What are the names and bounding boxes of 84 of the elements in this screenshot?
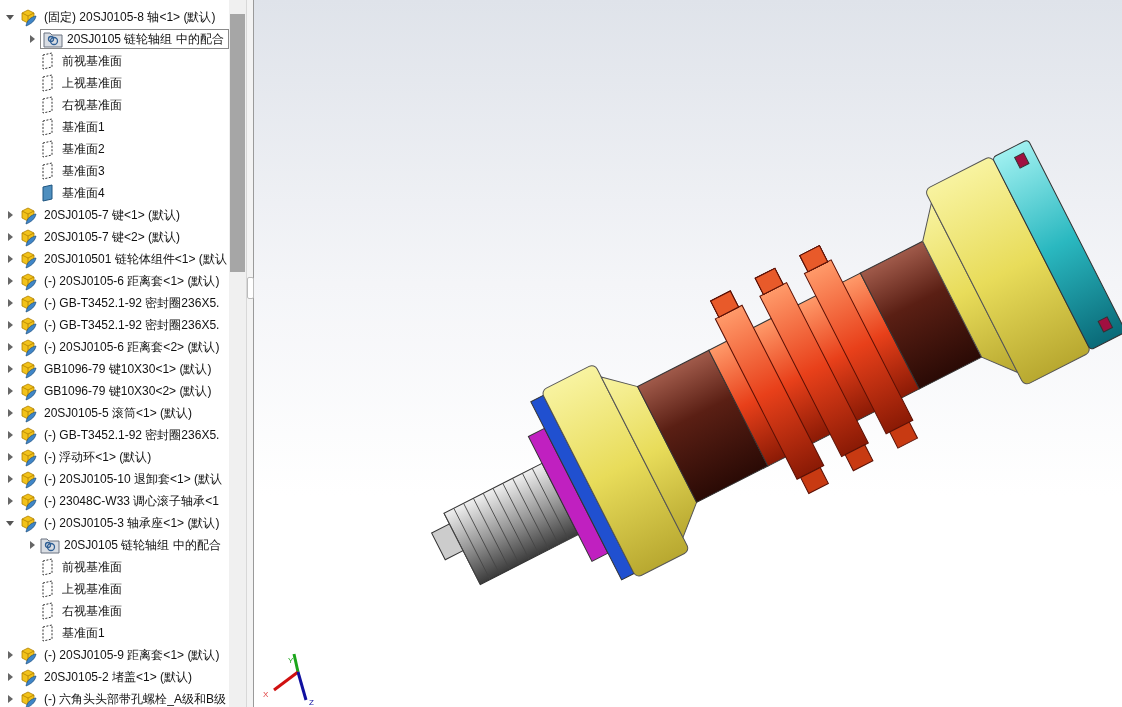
component-label[interactable]: 20SJ0105-7 键<2> (默认) (42, 227, 183, 247)
collapse-arrow-icon[interactable] (5, 12, 15, 22)
plane-label[interactable]: 基准面1 (60, 117, 107, 137)
component-label[interactable]: 20SJ010501 链轮体组件<1> (默认 (42, 249, 229, 269)
component-label[interactable]: (-) GB-T3452.1-92 密封圈236X5. (42, 315, 222, 335)
plane-label[interactable]: 右视基准面 (60, 95, 124, 115)
expand-arrow-icon[interactable] (5, 474, 15, 484)
plane-label[interactable]: 基准面3 (60, 161, 107, 181)
panel-splitter[interactable] (246, 0, 254, 707)
part-cube-icon (18, 403, 38, 423)
scrollbar-thumb[interactable] (230, 14, 245, 272)
expand-arrow-icon[interactable] (5, 364, 15, 374)
component-label[interactable]: (-) GB-T3452.1-92 密封圈236X5. (42, 293, 222, 313)
part-cube-icon (18, 205, 38, 225)
component-label[interactable]: GB1096-79 键10X30<1> (默认) (42, 359, 214, 379)
part-cube-icon (18, 359, 38, 379)
scrollbar[interactable] (229, 0, 246, 707)
component-label[interactable]: (-) 20SJ0105-6 距离套<2> (默认) (42, 337, 222, 357)
expand-arrow-icon[interactable] (5, 650, 15, 660)
part-cube-icon (18, 293, 38, 313)
component-label[interactable]: (-) 23048C-W33 调心滚子轴承<1 (42, 491, 222, 511)
graphics-viewport[interactable]: Y X Z (254, 0, 1122, 707)
component-label[interactable]: (-) 20SJ0105-3 轴承座<1> (默认) (42, 513, 222, 533)
expand-arrow-icon[interactable] (5, 386, 15, 396)
component-label[interactable]: GB1096-79 键10X30<2> (默认) (42, 381, 214, 401)
expand-arrow-icon[interactable] (5, 210, 15, 220)
splitter-handle[interactable] (247, 277, 254, 299)
component-label[interactable]: 20SJ0105-7 键<1> (默认) (42, 205, 183, 225)
component-label[interactable]: (-) 20SJ0105-9 距离套<1> (默认) (42, 645, 222, 665)
component-label[interactable]: (-) 20SJ0105-6 距离套<1> (默认) (42, 271, 222, 291)
part-cube-icon (18, 645, 38, 665)
axis-label: X (263, 690, 269, 699)
component-label[interactable]: (-) 浮动环<1> (默认) (42, 447, 154, 467)
part-cube-icon (18, 315, 38, 335)
expand-arrow-icon[interactable] (5, 694, 15, 704)
part-cube-icon (18, 513, 38, 533)
component-label[interactable]: (固定) 20SJ0105-8 轴<1> (默认) (42, 7, 218, 27)
axis-label: Y (288, 656, 294, 665)
component-label[interactable]: 20SJ0105-5 滚筒<1> (默认) (42, 403, 195, 423)
expand-arrow-icon[interactable] (5, 232, 15, 242)
plane-label[interactable]: 右视基准面 (60, 601, 124, 621)
part-cube-icon (18, 249, 38, 269)
expand-arrow-icon[interactable] (5, 430, 15, 440)
expand-arrow-icon[interactable] (5, 408, 15, 418)
part-cube-icon (18, 227, 38, 247)
expand-arrow-icon[interactable] (27, 34, 37, 44)
part-cube-icon (18, 689, 38, 707)
expand-arrow-icon[interactable] (5, 298, 15, 308)
expand-arrow-icon[interactable] (5, 496, 15, 506)
collapse-arrow-icon[interactable] (5, 518, 15, 528)
part-cube-icon (18, 447, 38, 467)
tree-item[interactable]: 20SJ0105 链轮轴组 中的配合 (40, 29, 229, 49)
mates-folder-icon (43, 30, 63, 48)
component-label[interactable]: (-) 六角头头部带孔螺栓_A级和B级 (42, 689, 228, 707)
part-cube-icon (18, 425, 38, 445)
component-label[interactable]: (-) 20SJ0105-10 退卸套<1> (默认 (42, 469, 225, 489)
part-cube-icon (18, 271, 38, 291)
part-cube-icon (18, 337, 38, 357)
component-label[interactable]: (-) GB-T3452.1-92 密封圈236X5. (42, 425, 222, 445)
plane-label[interactable]: 基准面4 (60, 183, 107, 203)
part-cube-icon (18, 469, 38, 489)
expand-arrow-icon[interactable] (5, 254, 15, 264)
part-cube-icon (18, 7, 38, 27)
mates-folder-icon (40, 536, 60, 554)
axis-label: Z (309, 698, 314, 707)
tree-item[interactable]: 20SJ0105 链轮轴组 中的配合 (40, 536, 221, 554)
expand-arrow-icon[interactable] (5, 320, 15, 330)
expand-arrow-icon[interactable] (5, 672, 15, 682)
expand-arrow-icon[interactable] (5, 276, 15, 286)
expand-arrow-icon[interactable] (27, 540, 37, 550)
part-cube-icon (18, 667, 38, 687)
component-label[interactable]: 20SJ0105-2 堵盖<1> (默认) (42, 667, 195, 687)
part-cube-icon (18, 381, 38, 401)
axis-triad-icon (273, 653, 308, 701)
part-cube-icon (18, 491, 38, 511)
plane-label[interactable]: 前视基准面 (60, 51, 124, 71)
expand-arrow-icon[interactable] (5, 452, 15, 462)
plane-label[interactable]: 上视基准面 (60, 579, 124, 599)
plane-label[interactable]: 基准面2 (60, 139, 107, 159)
plane-label[interactable]: 基准面1 (60, 623, 107, 643)
plane-label[interactable]: 上视基准面 (60, 73, 124, 93)
shaft-assembly-drawing[interactable] (431, 138, 1122, 586)
plane-label[interactable]: 前视基准面 (60, 557, 124, 577)
expand-arrow-icon[interactable] (5, 342, 15, 352)
